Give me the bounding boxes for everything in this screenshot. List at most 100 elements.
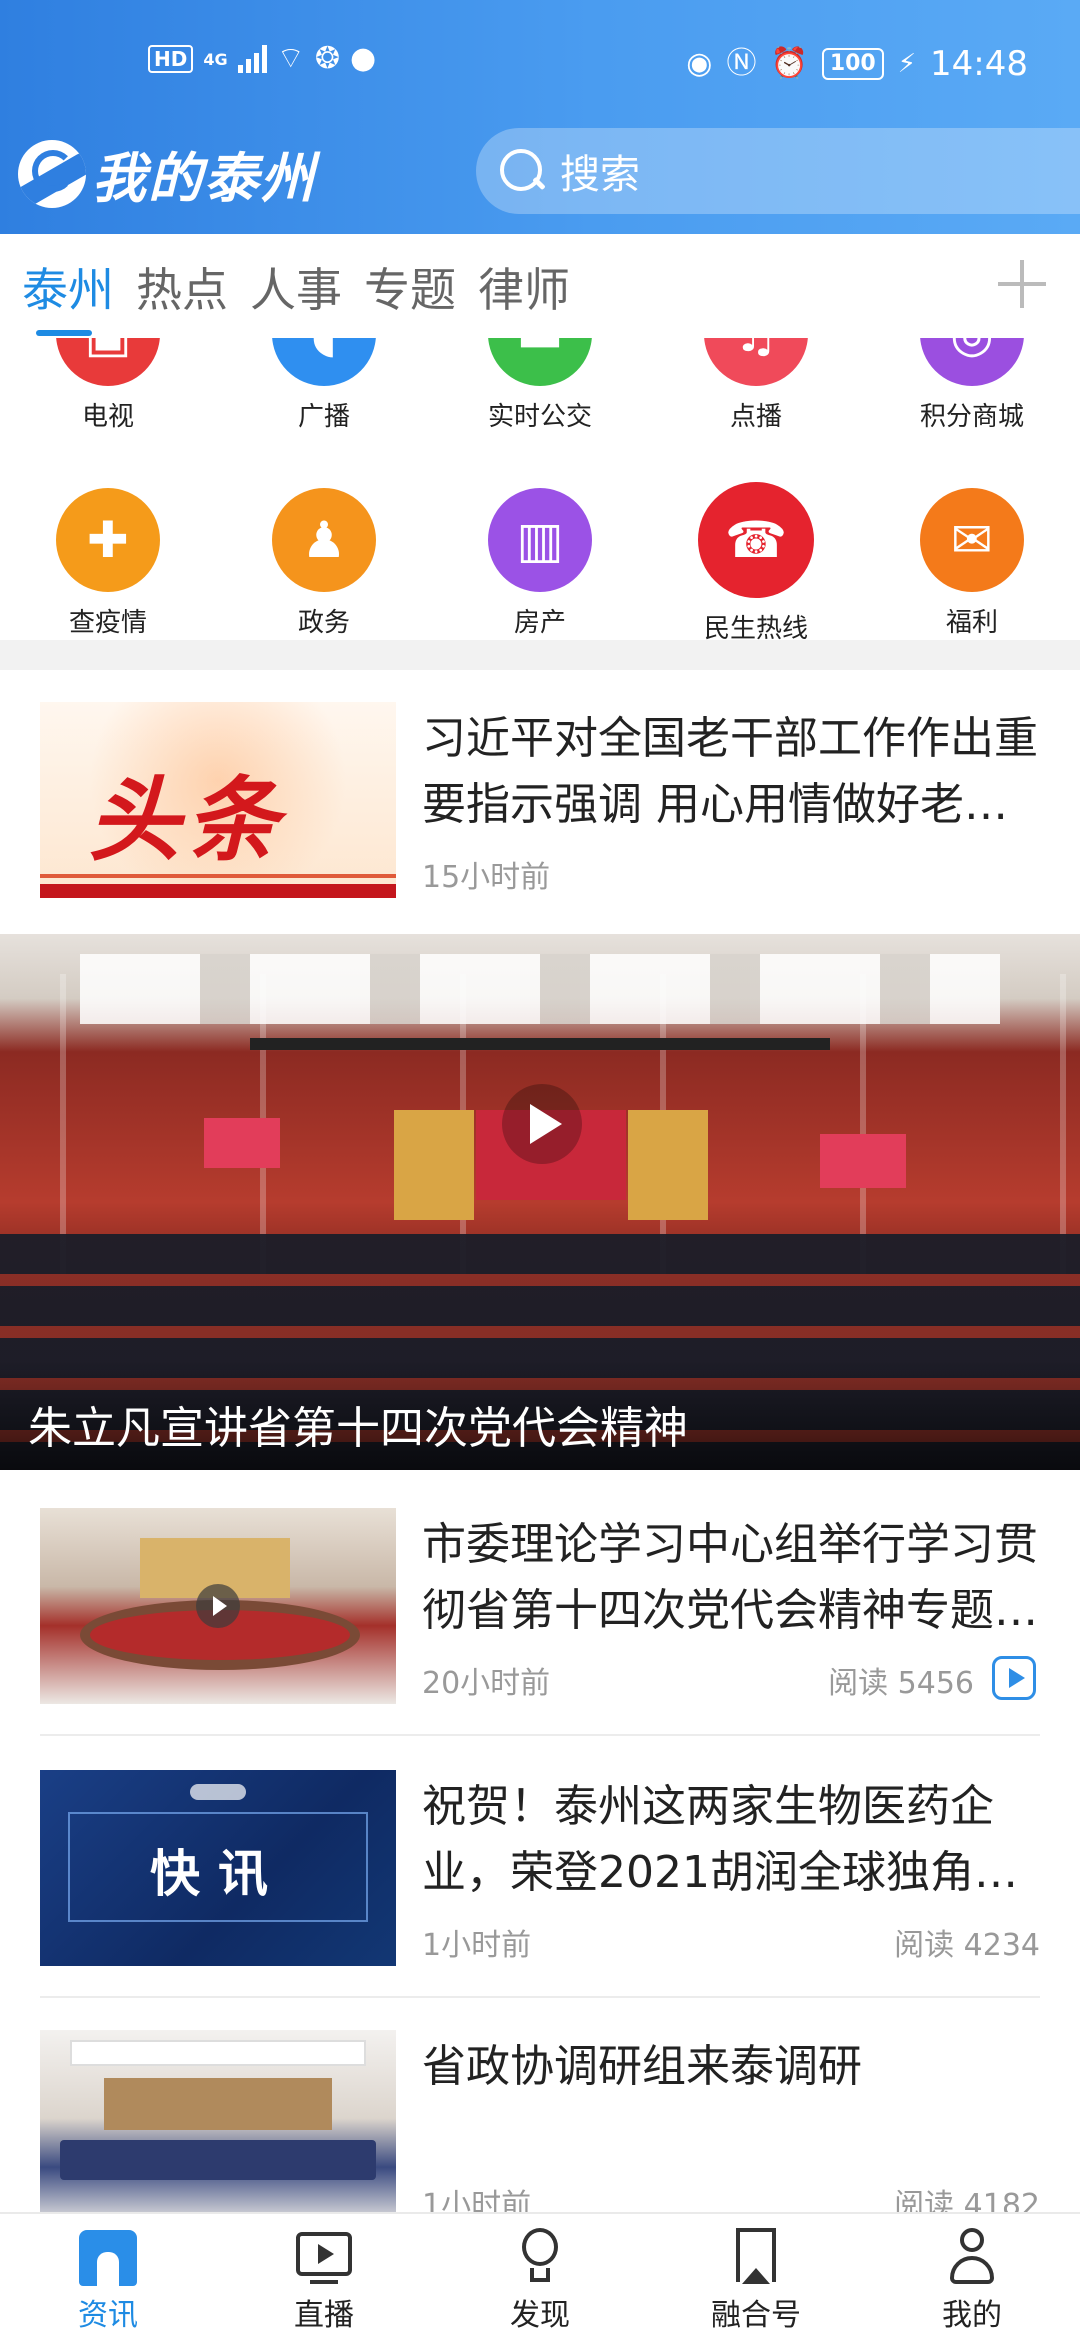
- grid-label: 民生热线: [703, 614, 808, 640]
- mask-icon: ✚: [56, 488, 160, 592]
- thumbnail-headline: 头条: [88, 767, 285, 874]
- hd-badge: HD: [148, 45, 194, 73]
- news-item[interactable]: 市委理论学习中心组举行学习贯彻省第十四次党代会精神专题学习 20小时前 阅读 5…: [40, 1508, 1040, 1704]
- status-clock: 14:48: [930, 44, 1028, 84]
- status-bar: HD 4G ⌔ ❂ ● ◉ Ⓝ ⏰ 100 ⚡ 14:48: [0, 0, 1080, 120]
- grid-item-bus[interactable]: ▬ 实时公交: [432, 338, 648, 433]
- news-time: 15小时前: [422, 860, 551, 895]
- news-item[interactable]: 省政协调研组来泰调研 1小时前 阅读 4182: [40, 2030, 1040, 2226]
- nav-label: 直播: [294, 2298, 354, 2333]
- thumbnail-headline: 快讯: [150, 1845, 286, 1903]
- grid-label: 积分商城: [919, 402, 1024, 432]
- radio-icon: ◖: [272, 338, 376, 386]
- grid-label: 广播: [297, 402, 350, 432]
- add-channel-icon[interactable]: [994, 256, 1050, 312]
- nav-label: 我的: [942, 2298, 1002, 2333]
- news-thumbnail: 头条: [40, 702, 396, 898]
- video-caption: 朱立凡宣讲省第十四次党代会精神: [28, 1403, 688, 1454]
- bottom-navigation: 资讯 直播 发现 融合号 我的: [0, 2212, 1080, 2340]
- tab-personnel[interactable]: 人事: [250, 254, 342, 320]
- building-icon: ▥: [488, 488, 592, 592]
- news-title: 祝贺！泰州这两家生物医药企业，荣登2021胡润全球独角兽榜: [422, 1781, 1018, 1898]
- channel-tabs: 泰州 热点 人事 专题 律师: [0, 234, 1080, 338]
- grid-item-real-estate[interactable]: ▥ 房产: [432, 488, 648, 639]
- grid-item-vod[interactable]: ♫ 点播: [648, 338, 864, 433]
- news-read-count: 阅读 4234: [894, 1928, 1040, 1963]
- nav-profile[interactable]: 我的: [864, 2226, 1080, 2334]
- search-bar[interactable]: 搜索: [476, 128, 1080, 214]
- nav-label: 融合号: [711, 2298, 801, 2333]
- grid-item-hotline[interactable]: ☎ 民生热线: [648, 482, 864, 640]
- phone-icon: ☎: [698, 482, 814, 598]
- search-placeholder: 搜索: [560, 152, 640, 198]
- search-icon: [498, 147, 546, 195]
- logo-mark-icon: [18, 139, 86, 208]
- video-badge-icon: [992, 1656, 1036, 1700]
- nav-discover[interactable]: 发现: [432, 2226, 648, 2334]
- network-type: 4G: [203, 49, 228, 69]
- grid-label: 点播: [729, 402, 782, 432]
- nav-news[interactable]: 资讯: [0, 2226, 216, 2334]
- gift-icon: ✉: [920, 488, 1024, 592]
- nav-label: 资讯: [78, 2298, 138, 2333]
- grid-label: 实时公交: [487, 402, 592, 432]
- app-header: HD 4G ⌔ ❂ ● ◉ Ⓝ ⏰ 100 ⚡ 14:48 我的泰州 搜索: [0, 0, 1080, 234]
- grid-item-points-mall[interactable]: ◎ 积分商城: [864, 338, 1080, 433]
- app-name: 我的泰州: [92, 147, 316, 210]
- eye-icon: ◉: [686, 46, 713, 81]
- news-time: 1小时前: [422, 1928, 532, 1963]
- tab-topics[interactable]: 专题: [364, 254, 456, 320]
- wechat-icon: ❂: [314, 41, 340, 76]
- tv-play-icon: [296, 2232, 352, 2276]
- music-icon: ♫: [704, 338, 808, 386]
- bus-icon: ▬: [488, 338, 592, 386]
- news-thumbnail: 快讯: [40, 1770, 396, 1966]
- battery-icon: 100: [821, 48, 884, 80]
- news-thumbnail: [40, 2030, 396, 2226]
- grid-item-epidemic[interactable]: ✚ 查疫情: [0, 488, 216, 639]
- tab-hot[interactable]: 热点: [136, 254, 228, 320]
- divider: [40, 1734, 1040, 1736]
- grid-item-government[interactable]: ♟ 政务: [216, 488, 432, 639]
- coins-icon: ◎: [920, 338, 1024, 386]
- news-thumbnail: [40, 1508, 396, 1704]
- grid-label: 政务: [297, 608, 350, 638]
- grid-item-tv[interactable]: ▣ 电视: [0, 338, 216, 433]
- news-title: 市委理论学习中心组举行学习贯彻省第十四次党代会精神专题学习: [422, 1519, 1038, 1636]
- news-item[interactable]: 头条 习近平对全国老干部工作作出重要指示强调 用心用情做好老干部工作 15小时前: [40, 702, 1040, 898]
- divider: [40, 1996, 1040, 1998]
- signal-icon: [237, 45, 267, 73]
- news-item[interactable]: 快讯 祝贺！泰州这两家生物医药企业，荣登2021胡润全球独角兽榜 1小时前 阅读…: [40, 1770, 1040, 1966]
- nav-live[interactable]: 直播: [216, 2226, 432, 2334]
- grid-label: 福利: [945, 608, 998, 638]
- nav-label: 发现: [510, 2298, 570, 2333]
- service-grid: ▣ 电视 ◖ 广播 ▬ 实时公交 ♫ 点播 ◎ 积分商城 ✚ 查疫情 ♟ 政务 …: [0, 338, 1080, 640]
- grid-label: 电视: [81, 402, 134, 432]
- grid-label: 房产: [513, 608, 566, 638]
- thumbnail-play-icon: [196, 1584, 240, 1628]
- alarm-icon: ⏰: [770, 46, 808, 81]
- news-title: 省政协调研组来泰调研: [422, 2041, 862, 2092]
- featured-video[interactable]: 朱立凡宣讲省第十四次党代会精神: [0, 934, 1080, 1470]
- tab-taizhou[interactable]: 泰州: [22, 254, 114, 320]
- grid-item-welfare[interactable]: ✉ 福利: [864, 488, 1080, 639]
- active-tab-indicator: [36, 330, 92, 336]
- status-left: HD 4G ⌔ ❂ ●: [148, 44, 376, 74]
- chat-bubble-icon: ●: [349, 41, 377, 76]
- lightbulb-icon: [522, 2228, 558, 2266]
- nfc-icon: Ⓝ: [726, 46, 757, 81]
- news-time: 20小时前: [422, 1666, 551, 1701]
- news-read-count: 阅读 5456: [828, 1666, 974, 1701]
- tab-lawyer[interactable]: 律师: [478, 254, 570, 320]
- grid-item-radio[interactable]: ◖ 广播: [216, 338, 432, 433]
- tv-icon: ▣: [56, 338, 160, 386]
- grid-label: 查疫情: [68, 608, 147, 638]
- user-icon: [960, 2228, 984, 2252]
- home-icon: [79, 2230, 137, 2286]
- news-title: 习近平对全国老干部工作作出重要指示强调 用心用情做好老干部工作: [422, 713, 1038, 830]
- status-right: ◉ Ⓝ ⏰ 100 ⚡ 14:48: [686, 44, 1028, 84]
- wifi-icon: ⌔: [276, 41, 305, 76]
- bookmark-icon: [736, 2228, 776, 2284]
- nav-media-hub[interactable]: 融合号: [648, 2226, 864, 2334]
- video-play-icon[interactable]: [502, 1084, 582, 1164]
